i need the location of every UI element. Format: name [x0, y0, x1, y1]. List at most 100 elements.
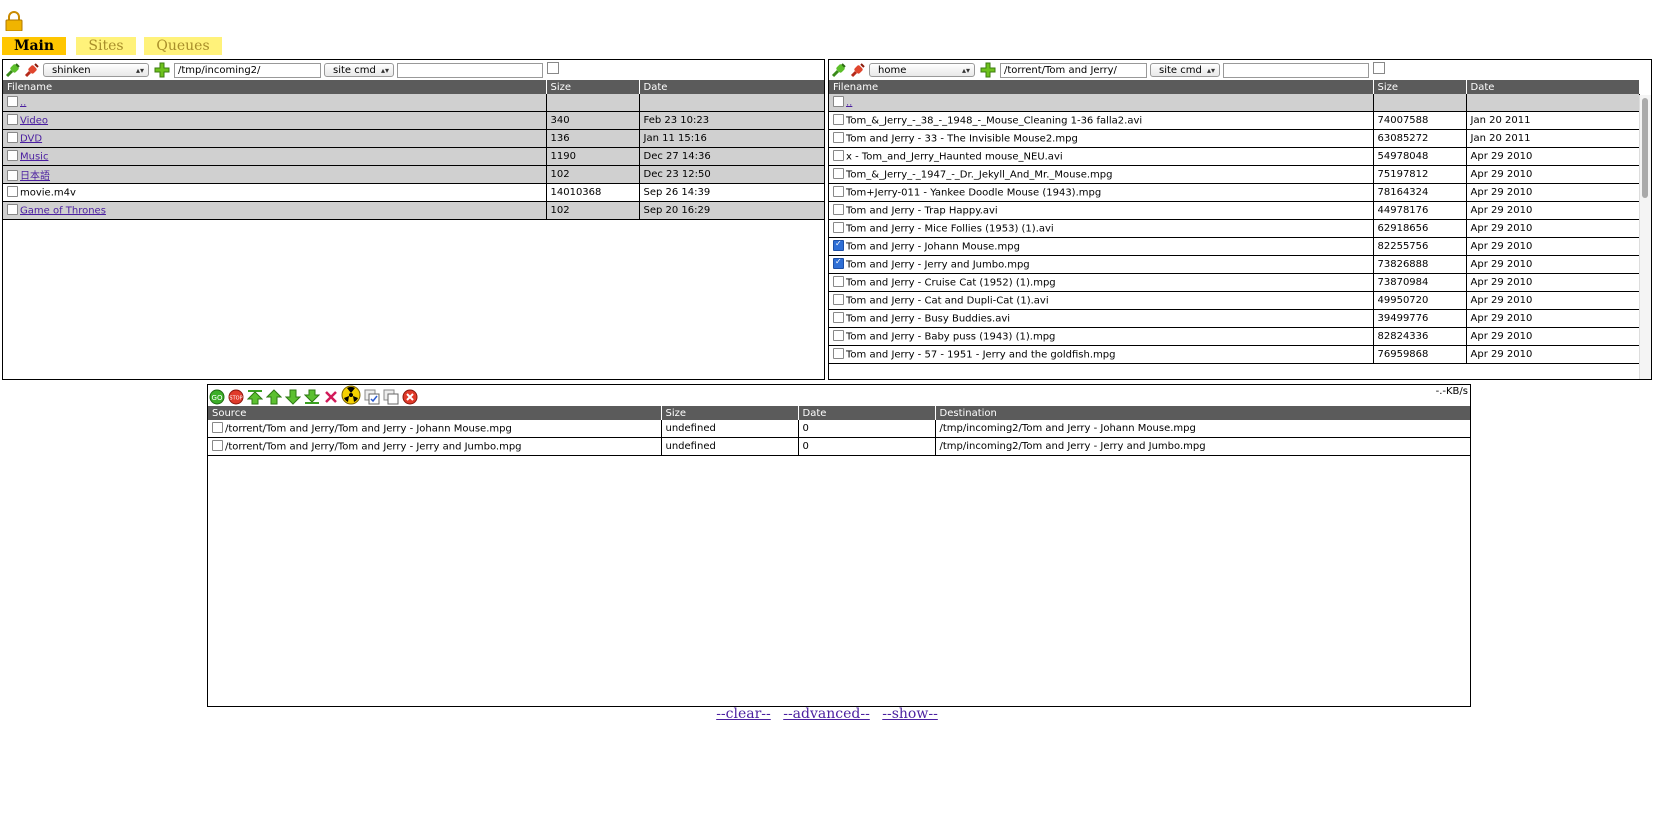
right-exec-button[interactable] — [1373, 62, 1385, 74]
add-icon[interactable] — [980, 62, 996, 78]
right-site-select[interactable]: home ▴▾ — [869, 63, 975, 77]
date-cell: Apr 29 2010 — [1466, 237, 1640, 256]
col-size[interactable]: Size — [546, 80, 640, 94]
row-checkbox[interactable] — [833, 257, 844, 269]
tab-main[interactable]: Main — [2, 37, 66, 55]
add-icon[interactable] — [154, 62, 170, 78]
right-scrollbar[interactable] — [1639, 95, 1651, 379]
left-cmd-input[interactable] — [397, 63, 543, 78]
row-checkbox[interactable] — [7, 95, 18, 107]
right-cmd-select[interactable]: site cmd ▴▾ — [1150, 63, 1220, 77]
tab-sites[interactable]: Sites — [76, 37, 136, 55]
parent-dir-link[interactable]: .. — [20, 97, 26, 108]
show-link[interactable]: --show-- — [882, 706, 938, 722]
file-name[interactable]: Tom and Jerry - Trap Happy.avi — [846, 205, 998, 216]
select-all-icon[interactable] — [364, 389, 380, 405]
move-top-icon[interactable] — [247, 389, 263, 405]
dir-link[interactable]: DVD — [20, 133, 42, 144]
row-checkbox[interactable] — [833, 167, 844, 179]
row-checkbox[interactable] — [833, 347, 844, 359]
file-name[interactable]: Tom+Jerry-011 - Yankee Doodle Mouse (194… — [846, 187, 1101, 198]
file-name[interactable]: Tom and Jerry - Cat and Dupli-Cat (1).av… — [846, 295, 1049, 306]
dir-link[interactable]: 日本語 — [20, 171, 50, 182]
nuke-icon[interactable] — [341, 385, 361, 405]
file-name[interactable]: Tom and Jerry - Baby puss (1943) (1).mpg — [846, 331, 1055, 342]
row-checkbox[interactable] — [7, 203, 18, 215]
row-checkbox[interactable] — [833, 221, 844, 233]
advanced-link[interactable]: --advanced-- — [783, 706, 870, 722]
col-date[interactable]: Date — [1466, 80, 1640, 94]
copy-icon[interactable] — [383, 389, 399, 405]
right-cmd-input[interactable] — [1223, 63, 1369, 78]
file-name[interactable]: movie.m4v — [20, 187, 76, 198]
col-size[interactable]: Size — [1373, 80, 1467, 94]
file-name[interactable]: Tom and Jerry - Mice Follies (1953) (1).… — [846, 223, 1054, 234]
source-cell: /torrent/Tom and Jerry/Tom and Jerry - J… — [225, 423, 512, 435]
move-up-icon[interactable] — [266, 389, 282, 405]
connect-icon[interactable] — [5, 62, 21, 78]
file-name[interactable]: Tom_&_Jerry_-_38_-_1948_-_Mouse_Cleaning… — [846, 115, 1142, 126]
size-cell: 14010368 — [546, 183, 640, 202]
move-bottom-icon[interactable] — [304, 389, 320, 405]
row-checkbox[interactable] — [833, 149, 844, 161]
row-checkbox[interactable] — [833, 239, 844, 251]
col-date[interactable]: Date — [798, 406, 936, 420]
left-site-select[interactable]: shinken ▴▾ — [43, 63, 149, 77]
file-name[interactable]: Tom_&_Jerry_-_1947_-_Dr._Jekyll_And_Mr._… — [846, 169, 1112, 180]
row-checkbox[interactable] — [7, 185, 18, 197]
row-checkbox[interactable] — [833, 203, 844, 215]
disconnect-icon[interactable] — [850, 62, 866, 78]
row-checkbox[interactable] — [7, 113, 18, 125]
tab-queues[interactable]: Queues — [144, 37, 222, 55]
connect-icon[interactable] — [831, 62, 847, 78]
col-source[interactable]: Source — [208, 406, 662, 420]
col-size[interactable]: Size — [661, 406, 799, 420]
left-path-input[interactable]: /tmp/incoming2/ — [174, 63, 321, 78]
go-icon[interactable]: GO — [209, 389, 225, 405]
row-checkbox[interactable] — [212, 439, 223, 451]
dir-link[interactable]: Music — [20, 151, 48, 162]
file-name[interactable]: Tom and Jerry - 57 - 1951 - Jerry and th… — [846, 349, 1115, 360]
parent-dir-link[interactable]: .. — [846, 97, 852, 108]
scrollbar-thumb[interactable] — [1642, 98, 1648, 198]
row-checkbox[interactable] — [833, 185, 844, 197]
col-date[interactable]: Date — [639, 80, 824, 94]
row-checkbox[interactable] — [7, 149, 18, 161]
row-checkbox[interactable] — [833, 275, 844, 287]
file-name[interactable]: Tom and Jerry - 33 - The Invisible Mouse… — [846, 133, 1078, 144]
file-name[interactable]: Tom and Jerry - Johann Mouse.mpg — [846, 241, 1020, 252]
date-cell: Feb 23 10:23 — [639, 111, 824, 130]
left-exec-button[interactable] — [547, 62, 559, 74]
row-checkbox[interactable] — [212, 421, 223, 433]
delete-icon[interactable] — [323, 389, 339, 405]
dir-link[interactable]: Game of Thrones — [20, 205, 106, 216]
row-checkbox[interactable] — [833, 113, 844, 125]
move-down-icon[interactable] — [285, 389, 301, 405]
date-cell: Sep 26 14:39 — [639, 183, 824, 202]
file-name[interactable]: x - Tom_and_Jerry_Haunted mouse_NEU.avi — [846, 151, 1063, 162]
left-cmd-select[interactable]: site cmd ▴▾ — [324, 63, 394, 77]
row-checkbox[interactable] — [7, 169, 18, 181]
disconnect-icon[interactable] — [24, 62, 40, 78]
col-filename[interactable]: Filename — [3, 80, 547, 94]
right-path-input[interactable]: /torrent/Tom and Jerry/ — [1000, 63, 1147, 78]
row-checkbox[interactable] — [833, 311, 844, 323]
size-cell: 340 — [546, 111, 640, 130]
col-filename[interactable]: Filename — [829, 80, 1374, 94]
date-cell: Apr 29 2010 — [1466, 147, 1640, 166]
size-cell: 63085272 — [1373, 129, 1467, 148]
file-name[interactable]: Tom and Jerry - Busy Buddies.avi — [846, 313, 1010, 324]
col-destination[interactable]: Destination — [935, 406, 1470, 420]
row-checkbox[interactable] — [833, 293, 844, 305]
clear-link[interactable]: --clear-- — [716, 706, 771, 722]
row-checkbox[interactable] — [833, 95, 844, 107]
row-checkbox[interactable] — [7, 131, 18, 143]
row-checkbox[interactable] — [833, 131, 844, 143]
date-cell: Apr 29 2010 — [1466, 165, 1640, 184]
clear-failed-icon[interactable] — [402, 389, 418, 405]
file-name[interactable]: Tom and Jerry - Cruise Cat (1952) (1).mp… — [846, 277, 1056, 288]
stop-icon[interactable]: STOP — [228, 389, 244, 405]
dir-link[interactable]: Video — [20, 115, 48, 126]
row-checkbox[interactable] — [833, 329, 844, 341]
file-name[interactable]: Tom and Jerry - Jerry and Jumbo.mpg — [846, 259, 1030, 270]
